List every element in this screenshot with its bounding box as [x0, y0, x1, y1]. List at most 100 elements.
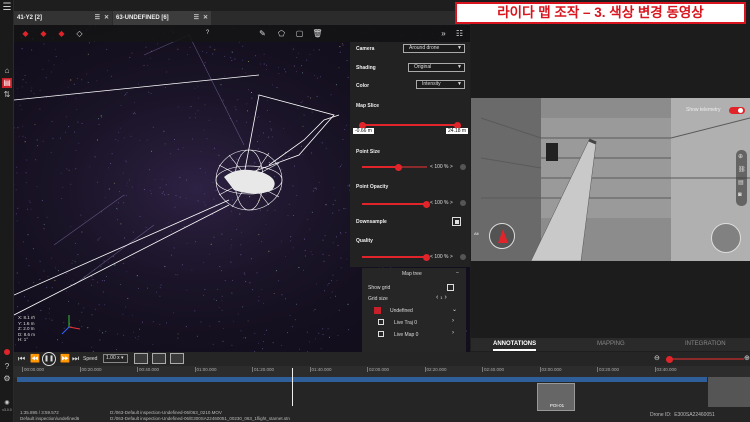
reset-icon[interactable]: [460, 254, 466, 260]
point-opacity-slider[interactable]: [362, 200, 430, 208]
drone-mark-button[interactable]: [134, 353, 148, 364]
poi-thumbnail[interactable]: POI-01: [537, 383, 575, 411]
chevron-down-icon[interactable]: ⌄: [452, 306, 457, 313]
slider-knob[interactable]: [666, 355, 673, 363]
pin-mark-button[interactable]: [152, 353, 166, 364]
cloud-point: [235, 109, 237, 111]
file-icon[interactable]: ▤: [738, 179, 744, 186]
show-grid-checkbox[interactable]: [447, 284, 454, 291]
cloud-point: [258, 296, 260, 298]
minus-icon[interactable]: –: [456, 270, 459, 276]
cloud-point: [141, 321, 143, 323]
video-panel[interactable]: Show telemetry Alt ⊕ ⛓ ▤ ◙: [471, 98, 750, 261]
tab-annotations[interactable]: ANNOTATIONS: [493, 338, 537, 351]
tab-integration[interactable]: INTEGRATION: [685, 338, 726, 351]
cloud-point: [318, 49, 320, 51]
step-forward-icon[interactable]: ⏩: [60, 354, 70, 363]
reset-icon[interactable]: [460, 164, 466, 170]
map-slice-label: Map Slice: [356, 103, 380, 109]
video-track-bar[interactable]: [17, 377, 707, 382]
pen-icon[interactable]: ✎: [257, 28, 268, 39]
cube-top-icon[interactable]: ◆: [56, 28, 67, 39]
trash-icon[interactable]: 🗑: [312, 28, 323, 39]
cloud-point: [159, 324, 161, 325]
gear-icon[interactable]: ⚙: [2, 374, 12, 384]
close-icon[interactable]: ✕: [104, 11, 109, 25]
double-chevron-icon[interactable]: »: [438, 28, 449, 39]
skip-forward-icon[interactable]: ⏭: [72, 354, 79, 364]
speed-select[interactable]: 1.00 x ▾: [103, 354, 128, 363]
telemetry-toggle[interactable]: [729, 107, 745, 114]
pause-button[interactable]: ❚❚: [42, 352, 56, 366]
tab-mapping[interactable]: MAPPING: [597, 338, 625, 351]
quality-slider[interactable]: [362, 253, 430, 261]
cloud-point: [137, 83, 139, 85]
playhead[interactable]: [292, 368, 293, 406]
cloud-point: [113, 182, 115, 184]
hamburger-menu-icon[interactable]: ☰: [2, 3, 12, 13]
cloud-point: [149, 190, 151, 192]
downsample-checkbox[interactable]: [452, 217, 461, 226]
cloud-point: [117, 219, 118, 221]
map-checkbox[interactable]: [378, 331, 384, 337]
cloud-point: [255, 55, 257, 57]
cloud-point: [174, 206, 176, 208]
map-tree-title: Map tree: [402, 271, 422, 277]
export-button[interactable]: [170, 353, 184, 364]
cloud-point: [332, 274, 334, 276]
grid-size-stepper[interactable]: ‹ 1 ›: [436, 294, 447, 301]
camera-select[interactable]: Around drone ▼: [403, 44, 465, 53]
home-icon[interactable]: ⌂: [2, 66, 12, 76]
cloud-point: [46, 287, 48, 289]
tree-item-undefined[interactable]: Undefined: [390, 308, 413, 314]
slider-knob[interactable]: [395, 163, 402, 171]
tab-41-y2[interactable]: 41-Y2 [2] ☰ ✕: [14, 11, 112, 25]
cube-iso-icon[interactable]: ◇: [74, 28, 85, 39]
camera-icon[interactable]: ◙: [738, 192, 742, 198]
settings-sliders-icon[interactable]: ☷: [454, 28, 465, 39]
color-select[interactable]: Intensity ▼: [416, 80, 465, 89]
step-back-icon[interactable]: ⏪: [30, 354, 40, 363]
cube-side-icon[interactable]: ◆: [38, 28, 49, 39]
chevron-right-icon[interactable]: ›: [452, 318, 454, 324]
cloud-point: [15, 213, 17, 215]
slider-knob[interactable]: [423, 200, 430, 208]
chevron-right-icon[interactable]: ›: [452, 330, 454, 336]
help-icon[interactable]: ?: [2, 362, 12, 372]
shading-select[interactable]: Original ▼: [408, 63, 465, 72]
polygon-icon[interactable]: ⬠: [276, 28, 287, 39]
zoom-icon[interactable]: ⊕: [738, 153, 743, 160]
reset-icon[interactable]: [460, 200, 466, 206]
point-size-slider[interactable]: [362, 163, 427, 171]
help-icon[interactable]: ?: [202, 28, 213, 39]
cloud-point: [190, 106, 192, 108]
tree-item-live-traj[interactable]: Live Traj 0: [394, 320, 417, 326]
slider-knob[interactable]: [423, 253, 430, 261]
tab-63-undefined[interactable]: 63-UNDEFINED [6] ☰ ✕: [113, 11, 211, 25]
chevron-down-icon: ▼: [457, 64, 462, 70]
cloud-point: [183, 226, 185, 228]
traj-checkbox[interactable]: [378, 319, 384, 325]
cloud-point: [109, 163, 111, 165]
cloud-point: [104, 197, 106, 199]
cloud-point: [115, 349, 117, 350]
cloud-point: [89, 166, 91, 168]
cloud-point: [319, 76, 321, 78]
zoom-in-icon[interactable]: ⊕: [744, 354, 750, 362]
select-box-icon[interactable]: ▢: [294, 28, 305, 39]
list-icon[interactable]: ☰: [194, 11, 199, 25]
zoom-out-icon[interactable]: ⊖: [654, 354, 660, 362]
document-icon[interactable]: ▤: [2, 78, 12, 88]
skip-back-icon[interactable]: ⏮: [18, 354, 25, 364]
list-icon[interactable]: ☰: [95, 11, 100, 25]
map-slice-slider[interactable]: [359, 121, 461, 129]
cloud-point: [218, 154, 220, 156]
link-icon[interactable]: ⛓: [738, 166, 746, 173]
sort-icon[interactable]: ⇅: [2, 90, 12, 100]
close-icon[interactable]: ✕: [203, 11, 208, 25]
tree-item-live-map[interactable]: Live Map 0: [394, 332, 418, 338]
cube-front-icon[interactable]: ◆: [20, 28, 31, 39]
timeline-zoom-slider[interactable]: [666, 355, 744, 363]
cloud-point: [131, 314, 133, 316]
folder-icon[interactable]: [374, 307, 381, 314]
